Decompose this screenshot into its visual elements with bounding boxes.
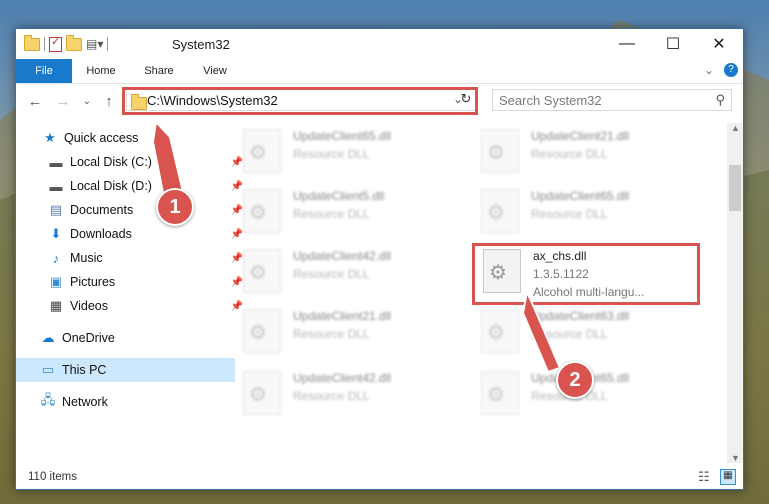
annotation-arrow-2 [521,288,562,374]
step-badge-2: 2 [556,361,594,399]
annotation-arrow-1 [151,119,185,195]
step-badge-1: 1 [156,188,194,226]
annotation-overlay [151,119,562,374]
